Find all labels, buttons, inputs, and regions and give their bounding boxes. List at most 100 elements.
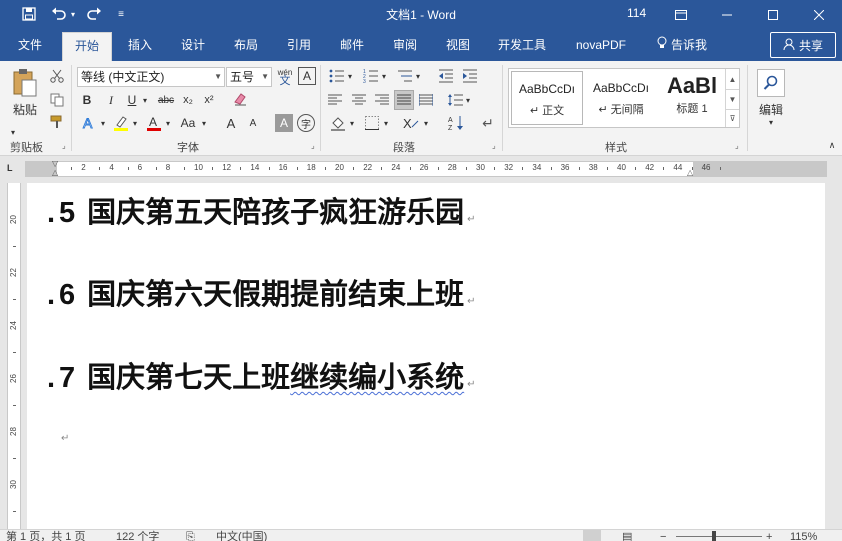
zoom-slider-thumb[interactable] bbox=[712, 531, 716, 541]
gallery-down-icon[interactable]: ▼ bbox=[725, 89, 739, 109]
shading-dropdown-icon[interactable]: ▾ bbox=[348, 113, 356, 133]
paragraph-launcher-icon[interactable]: ⌟ bbox=[492, 141, 496, 150]
minimize-icon[interactable] bbox=[704, 0, 750, 29]
shading-icon[interactable] bbox=[328, 113, 348, 133]
highlight-dropdown-icon[interactable]: ▾ bbox=[131, 113, 139, 133]
decrease-indent-icon[interactable] bbox=[436, 67, 456, 85]
copy-icon[interactable] bbox=[48, 91, 66, 109]
enclose-characters-button[interactable]: 字 bbox=[297, 114, 315, 132]
superscript-button[interactable]: x² bbox=[201, 91, 217, 109]
distributed-icon[interactable] bbox=[417, 91, 435, 109]
styles-launcher-icon[interactable]: ⌟ bbox=[735, 141, 739, 150]
gallery-more-icon[interactable]: ⊽ bbox=[725, 109, 739, 127]
text-effects-dropdown-icon[interactable]: ▾ bbox=[99, 113, 107, 133]
tab-novapdf[interactable]: novaPDF bbox=[568, 29, 634, 61]
numbering-dropdown-icon[interactable]: ▾ bbox=[380, 67, 388, 85]
change-case-dropdown-icon[interactable]: ▾ bbox=[200, 113, 208, 133]
tab-mailings[interactable]: 邮件 bbox=[332, 29, 372, 61]
spelling-error-text[interactable]: 继续编小系统 bbox=[290, 354, 464, 396]
tab-view[interactable]: 视图 bbox=[438, 29, 478, 61]
zoom-out-icon[interactable]: − bbox=[660, 530, 666, 541]
font-color-icon[interactable]: A bbox=[144, 113, 164, 133]
read-mode-icon[interactable] bbox=[583, 530, 601, 541]
editing-button[interactable]: 编辑 ▾ bbox=[753, 65, 789, 131]
chinese-layout-dropdown-icon[interactable]: ▾ bbox=[422, 113, 430, 133]
borders-icon[interactable] bbox=[362, 113, 382, 133]
paste-dropdown-icon[interactable]: ▾ bbox=[8, 127, 18, 137]
line-spacing-icon[interactable] bbox=[446, 91, 464, 109]
tab-review[interactable]: 审阅 bbox=[385, 29, 425, 61]
document-line[interactable]: . 5 国庆第五天陪孩子疯狂游乐园 ↵ bbox=[47, 189, 476, 229]
zoom-level[interactable]: 115% bbox=[790, 530, 817, 541]
collapse-ribbon-icon[interactable]: ∧ bbox=[826, 139, 838, 151]
grow-font-button[interactable]: A bbox=[222, 113, 240, 133]
document-line[interactable]: . 6 国庆第六天假期提前结束上班 ↵ bbox=[47, 271, 476, 311]
bullets-dropdown-icon[interactable]: ▾ bbox=[346, 67, 354, 85]
font-size-select[interactable]: 五号 ▼ bbox=[226, 67, 272, 87]
tab-home[interactable]: 开始 bbox=[62, 32, 112, 61]
tell-me-search[interactable]: 告诉我 bbox=[650, 29, 714, 61]
align-left-icon[interactable] bbox=[326, 91, 344, 109]
bullets-icon[interactable] bbox=[328, 67, 346, 85]
highlight-icon[interactable] bbox=[111, 113, 131, 133]
subscript-button[interactable]: x₂ bbox=[180, 91, 196, 109]
font-launcher-icon[interactable]: ⌟ bbox=[311, 141, 315, 150]
multilevel-dropdown-icon[interactable]: ▾ bbox=[414, 67, 422, 85]
underline-dropdown-icon[interactable]: ▾ bbox=[140, 91, 150, 109]
paste-button[interactable]: 粘贴 bbox=[6, 65, 44, 121]
page-count[interactable]: 第 1 页，共 1 页 bbox=[6, 530, 85, 541]
first-line-indent-marker[interactable]: ▽ bbox=[52, 159, 58, 168]
style-no-spacing[interactable]: AaBbCcDı ↵ 无间隔 bbox=[585, 71, 657, 125]
ribbon-display-icon[interactable] bbox=[658, 0, 704, 29]
font-name-select[interactable]: 等线 (中文正文) ▼ bbox=[77, 67, 225, 87]
tab-layout[interactable]: 布局 bbox=[226, 29, 266, 61]
clipboard-launcher-icon[interactable]: ⌟ bbox=[62, 141, 66, 150]
share-button[interactable]: 共享 bbox=[770, 32, 836, 58]
style-normal[interactable]: AaBbCcDı ↵ 正文 bbox=[511, 71, 583, 125]
tab-design[interactable]: 设计 bbox=[173, 29, 213, 61]
tab-developer[interactable]: 开发工具 bbox=[491, 29, 553, 61]
italic-button[interactable]: I bbox=[103, 91, 119, 109]
format-painter-icon[interactable] bbox=[48, 113, 66, 131]
change-case-button[interactable]: Aa bbox=[176, 113, 200, 133]
show-marks-icon[interactable]: ↵ bbox=[478, 113, 498, 133]
word-count[interactable]: 122 个字 bbox=[116, 530, 159, 541]
strikethrough-button[interactable]: abc bbox=[155, 91, 177, 109]
borders-dropdown-icon[interactable]: ▾ bbox=[382, 113, 390, 133]
hanging-indent-marker[interactable]: △ bbox=[52, 168, 58, 177]
style-heading-1[interactable]: AaBl 标题 1 bbox=[659, 71, 725, 125]
text-effects-icon[interactable]: A bbox=[79, 113, 99, 133]
clear-formatting-icon[interactable] bbox=[230, 89, 250, 109]
character-border-button[interactable]: A bbox=[298, 67, 316, 85]
close-icon[interactable] bbox=[796, 0, 842, 29]
vertical-ruler[interactable]: 20222426283032 bbox=[7, 183, 21, 541]
horizontal-ruler[interactable]: ▽ △ △ 2 4 6 8 10 12 14 16 18 20 22 24 26 28 30 32 34 36 38… bbox=[25, 159, 827, 177]
maximize-icon[interactable] bbox=[750, 0, 796, 29]
chinese-layout-icon[interactable]: X bbox=[400, 113, 422, 133]
tab-file[interactable]: 文件 bbox=[8, 29, 52, 61]
align-center-icon[interactable] bbox=[350, 91, 368, 109]
underline-button[interactable]: U bbox=[124, 91, 140, 109]
document-line[interactable]: . 7 国庆第七天上班 继续编小系统 ↵ bbox=[47, 354, 476, 394]
cut-icon[interactable] bbox=[48, 67, 66, 85]
phonetic-guide-button[interactable]: wén 文 bbox=[275, 65, 295, 89]
language-indicator[interactable]: 中文(中国) bbox=[216, 530, 267, 541]
zoom-slider[interactable] bbox=[676, 536, 762, 537]
gallery-up-icon[interactable]: ▲ bbox=[725, 69, 739, 89]
tab-insert[interactable]: 插入 bbox=[120, 29, 160, 61]
font-color-dropdown-icon[interactable]: ▾ bbox=[164, 113, 172, 133]
document-page[interactable]: . 5 国庆第五天陪孩子疯狂游乐园 ↵ . 6 国庆第六天假期提前结束上班 ↵ … bbox=[27, 183, 825, 529]
bold-button[interactable]: B bbox=[79, 91, 95, 109]
increase-indent-icon[interactable] bbox=[460, 67, 480, 85]
character-shading-button[interactable]: A bbox=[275, 114, 293, 132]
line-spacing-dropdown-icon[interactable]: ▾ bbox=[464, 91, 472, 109]
align-right-icon[interactable] bbox=[373, 91, 391, 109]
justify-icon[interactable] bbox=[394, 90, 414, 110]
tab-selector[interactable]: L bbox=[7, 163, 13, 173]
sort-icon[interactable]: AZ bbox=[446, 113, 466, 133]
tab-references[interactable]: 引用 bbox=[279, 29, 319, 61]
multilevel-list-icon[interactable] bbox=[396, 67, 414, 85]
numbering-icon[interactable]: 123 bbox=[362, 67, 380, 85]
proofing-icon[interactable]: ⎘ bbox=[186, 530, 195, 541]
shrink-font-button[interactable]: A bbox=[244, 113, 262, 133]
